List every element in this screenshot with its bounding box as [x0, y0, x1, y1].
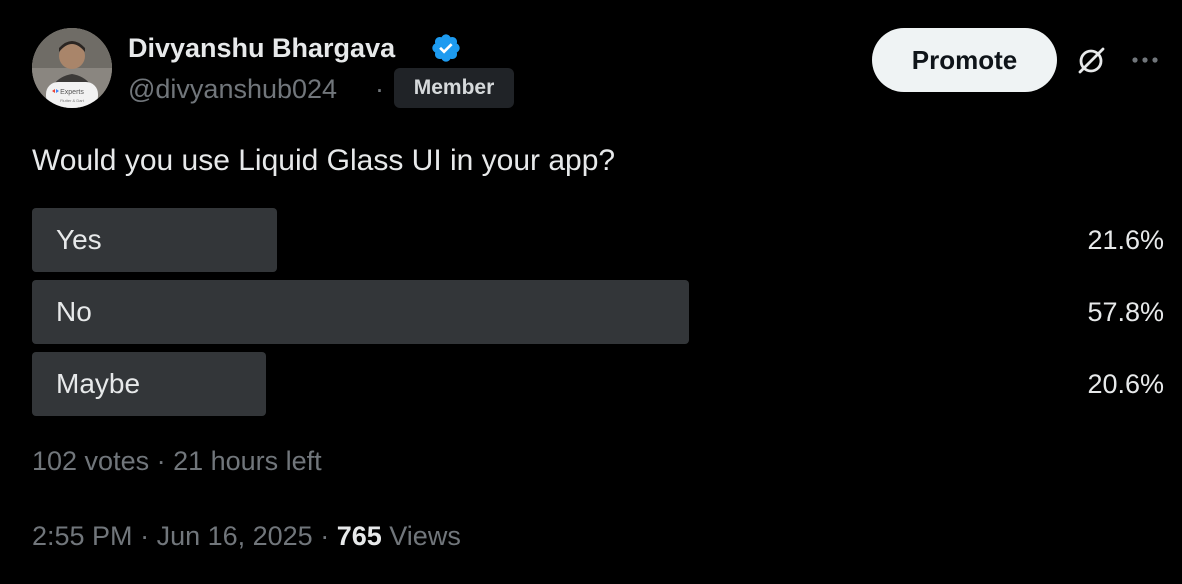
avatar-image: Experts Flutter & Dart — [32, 28, 112, 108]
views-count[interactable]: 765 — [337, 521, 382, 551]
promote-button[interactable]: Promote — [872, 28, 1057, 92]
poll-meta: 102 votes · 21 hours left — [32, 444, 322, 478]
poll-option-label: Maybe — [56, 368, 141, 399]
author-handle[interactable]: @divyanshub024 — [128, 74, 337, 104]
avatar[interactable]: Experts Flutter & Dart — [32, 28, 112, 108]
poll-post: Experts Flutter & Dart Divyanshu Bhargav… — [0, 0, 1182, 584]
handle-separator: · — [375, 74, 384, 104]
poll-bar — [32, 280, 689, 344]
poll-option-percent: 21.6% — [1087, 225, 1164, 255]
timestamp-separator: · — [132, 521, 157, 551]
author-display-name[interactable]: Divyanshu Bhargava — [128, 32, 395, 64]
poll-option-no[interactable]: No 57.8% — [32, 280, 1168, 344]
svg-text:Experts: Experts — [60, 89, 84, 96]
more-options-icon[interactable] — [1128, 50, 1162, 70]
poll-option-yes[interactable]: Yes 21.6% — [32, 208, 1168, 272]
poll-time-left: 21 hours left — [173, 446, 322, 476]
poll-votes: 102 votes — [32, 446, 150, 476]
poll-option-maybe[interactable]: Maybe 20.6% — [32, 352, 1168, 416]
grok-icon[interactable] — [1074, 44, 1108, 78]
poll-option-percent: 20.6% — [1087, 369, 1164, 399]
post-time[interactable]: 2:55 PM — [32, 521, 133, 551]
member-badge: Member — [394, 68, 514, 108]
timestamp-separator: · — [312, 521, 337, 551]
poll-option-percent: 57.8% — [1087, 297, 1164, 327]
poll-option-label: No — [56, 296, 92, 327]
svg-text:Flutter & Dart: Flutter & Dart — [60, 98, 85, 103]
poll-meta-separator: · — [149, 446, 174, 476]
post-timestamp-row: 2:55 PM · Jun 16, 2025 · 765 Views — [32, 519, 461, 553]
post-date[interactable]: Jun 16, 2025 — [157, 521, 313, 551]
post-text: Would you use Liquid Glass UI in your ap… — [32, 144, 616, 177]
views-label: Views — [389, 521, 461, 551]
poll-option-label: Yes — [56, 224, 102, 255]
verified-badge-icon — [432, 34, 460, 62]
